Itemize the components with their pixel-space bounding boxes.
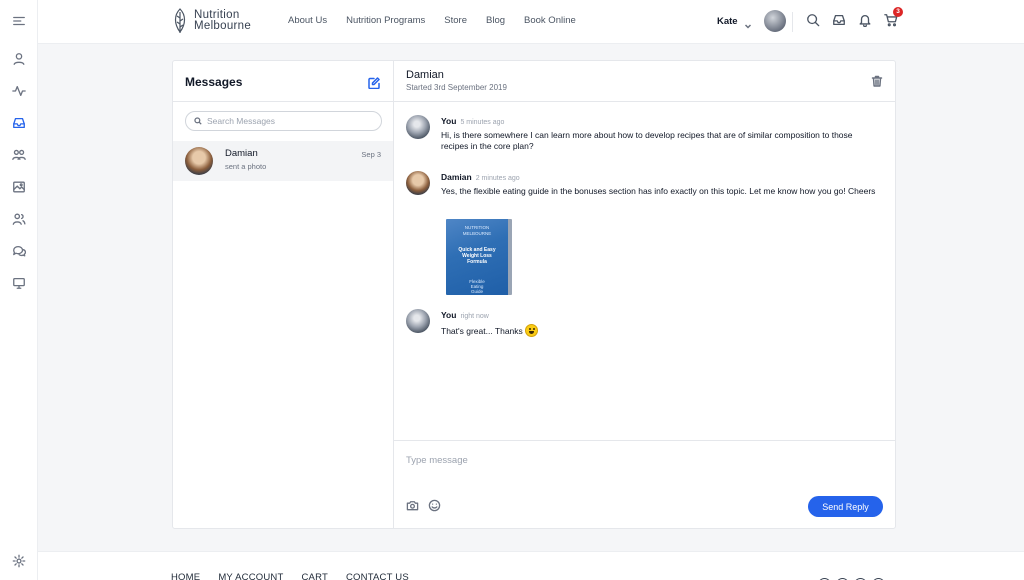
reply-message-input[interactable] — [406, 455, 876, 466]
thread-item[interactable]: Damian sent a photo Sep 3 — [173, 141, 393, 181]
message-text: Hi, is there somewhere I can learn more … — [441, 130, 853, 151]
user-name[interactable]: Kate — [717, 16, 738, 27]
members-icon[interactable] — [10, 210, 28, 228]
thread-avatar — [185, 147, 213, 175]
forums-icon[interactable] — [10, 242, 28, 260]
photos-icon[interactable] — [10, 178, 28, 196]
sender-avatar — [406, 115, 430, 139]
photo-brand-2: MELBOURNE — [462, 231, 492, 236]
top-header: Nutrition Melbourne About Us Nutrition P… — [38, 0, 1024, 44]
groups-icon[interactable] — [10, 146, 28, 164]
nav-store[interactable]: Store — [444, 15, 467, 26]
notifications-bell-icon[interactable] — [858, 13, 872, 28]
site-logo[interactable]: Nutrition Melbourne — [172, 8, 251, 34]
thread-preview: sent a photo — [225, 162, 267, 171]
courses-icon[interactable] — [10, 274, 28, 292]
messages-panel: Messages Damian sent a photo Sep 3 Damia… — [172, 60, 896, 529]
message-sender: You right now — [441, 310, 489, 320]
search-messages-input[interactable] — [207, 116, 377, 126]
footer-link-contact-us[interactable]: CONTACT US — [346, 572, 409, 580]
conversation-started: Started 3rd September 2019 — [406, 83, 507, 92]
activity-icon[interactable] — [10, 82, 28, 100]
message-text: Yes, the flexible eating guide in the bo… — [441, 186, 876, 196]
threads-header: Messages — [173, 61, 393, 102]
search-messages[interactable] — [185, 111, 382, 131]
sender-name: You — [441, 116, 457, 126]
footer-link-my-account[interactable]: MY ACCOUNT — [218, 572, 283, 580]
message-sender: You 5 minutes ago — [441, 116, 504, 126]
messages-title: Messages — [185, 75, 243, 89]
message-time: 2 minutes ago — [475, 175, 520, 182]
nav-nutrition-programs[interactable]: Nutrition Programs — [346, 15, 425, 26]
attached-photo[interactable]: NUTRITION MELBOURNE Quick and Easy Weigh… — [446, 219, 512, 295]
sender-name: You — [441, 310, 457, 320]
chevron-down-icon[interactable] — [744, 17, 752, 29]
footer-link-cart[interactable]: CART — [301, 572, 328, 580]
logo-text: Nutrition Melbourne — [194, 9, 252, 32]
user-avatar[interactable] — [763, 10, 786, 32]
search-icon[interactable] — [806, 13, 820, 27]
thread-date: Sep 3 — [361, 150, 381, 159]
trash-icon[interactable] — [871, 74, 883, 87]
message-threads: Messages Damian sent a photo Sep 3 — [173, 61, 394, 528]
footer-links: HOME MY ACCOUNT CART CONTACT US — [171, 572, 409, 580]
compose-icon[interactable] — [368, 76, 380, 90]
photo-brand-1: NUTRITION — [464, 225, 490, 230]
inbox-icon[interactable] — [832, 13, 846, 27]
sender-avatar — [406, 171, 430, 195]
conversation-header: Damian Started 3rd September 2019 — [394, 61, 895, 102]
inbox-icon[interactable] — [10, 114, 28, 132]
conversation-name: Damian — [406, 69, 444, 81]
main-nav: About Us Nutrition Programs Store Blog B… — [288, 15, 576, 26]
message-body: That's great... Thanks — [441, 324, 881, 337]
nav-about-us[interactable]: About Us — [288, 15, 327, 26]
menu-icon[interactable] — [10, 12, 28, 30]
photo-subtitle: Flexible Eating Guide — [469, 279, 485, 294]
header-actions: 3 — [806, 7, 903, 28]
nav-blog[interactable]: Blog — [486, 15, 505, 26]
emoji-icon[interactable] — [428, 499, 441, 512]
reply-box: Send Reply — [394, 440, 895, 528]
sender-avatar — [406, 309, 430, 333]
footer: HOME MY ACCOUNT CART CONTACT US — [38, 551, 1024, 580]
sender-name: Damian — [441, 172, 472, 182]
camera-icon[interactable] — [406, 499, 419, 512]
cart-count-badge: 3 — [893, 7, 903, 17]
leaf-logo-icon — [174, 8, 186, 34]
message-text: That's great... Thanks — [441, 326, 523, 336]
nav-book-online[interactable]: Book Online — [524, 15, 576, 26]
logo-line-2: Melbourne — [194, 20, 252, 32]
cart-icon[interactable]: 3 — [884, 7, 903, 27]
photo-title: Quick and Easy Weight Loss Formula — [458, 247, 496, 265]
search-icon — [194, 117, 202, 125]
conversation: Damian Started 3rd September 2019 You 5 m… — [394, 61, 895, 528]
message-sender: Damian 2 minutes ago — [441, 172, 520, 182]
settings-gear-icon[interactable] — [10, 552, 28, 570]
grinning-emoji-icon — [524, 324, 538, 337]
user-menu[interactable]: Kate — [717, 10, 786, 32]
left-sidebar — [0, 0, 38, 580]
profile-icon[interactable] — [10, 50, 28, 68]
message-time: right now — [460, 313, 489, 320]
message-time: 5 minutes ago — [460, 119, 505, 126]
send-reply-button[interactable]: Send Reply — [808, 496, 883, 517]
footer-link-home[interactable]: HOME — [171, 572, 200, 580]
header-divider — [792, 12, 793, 32]
thread-name: Damian — [225, 148, 258, 159]
